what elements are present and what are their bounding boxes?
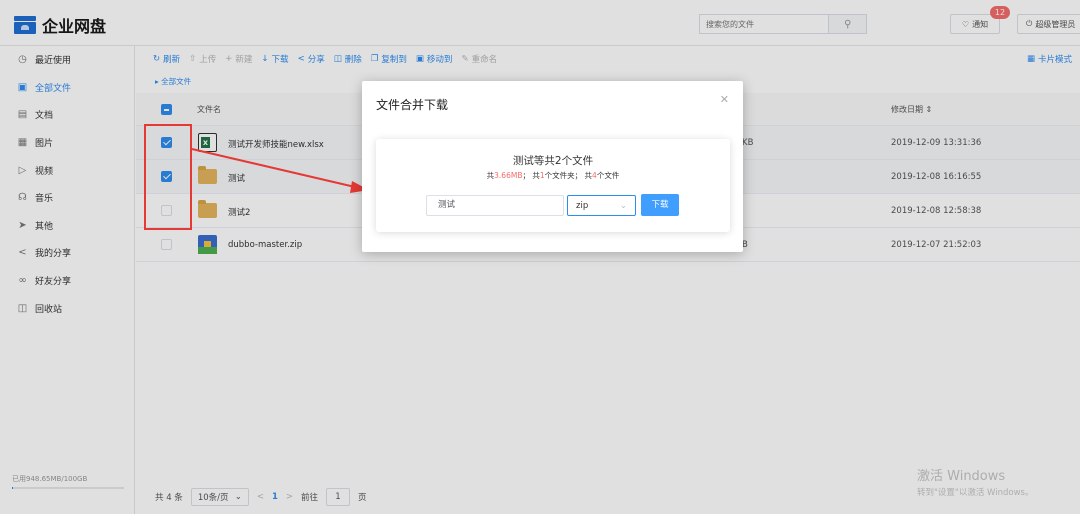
archive-name-input[interactable]: 测试 — [426, 195, 564, 216]
chevron-down-icon: ⌄ — [619, 200, 627, 211]
selection-highlight-box — [144, 124, 192, 230]
archive-format-value: zip — [576, 200, 589, 211]
summary-text: 个文件 — [596, 171, 620, 180]
summary-heading: 测试等共2个文件 — [512, 155, 594, 167]
modal-overlay[interactable] — [0, 0, 1080, 514]
summary-details: 共3.66MB； 共1个文件夹； 共4个文件 — [376, 170, 730, 181]
summary-text: ； 共 — [522, 171, 540, 180]
archive-format-select[interactable]: zip ⌄ — [567, 195, 636, 216]
summary-text: 个文件夹； 共 — [544, 171, 593, 180]
summary-size: 3.66MB — [494, 171, 523, 180]
close-icon[interactable]: ✕ — [720, 93, 729, 106]
confirm-download-button[interactable]: 下载 — [641, 194, 679, 216]
dialog-title: 文件合并下载 — [376, 98, 449, 112]
merge-download-dialog: 文件合并下载 ✕ 测试等共2个文件 共3.66MB； 共1个文件夹； 共4个文件… — [362, 81, 743, 252]
download-summary-card: 测试等共2个文件 共3.66MB； 共1个文件夹； 共4个文件 测试 zip ⌄ … — [376, 139, 730, 232]
